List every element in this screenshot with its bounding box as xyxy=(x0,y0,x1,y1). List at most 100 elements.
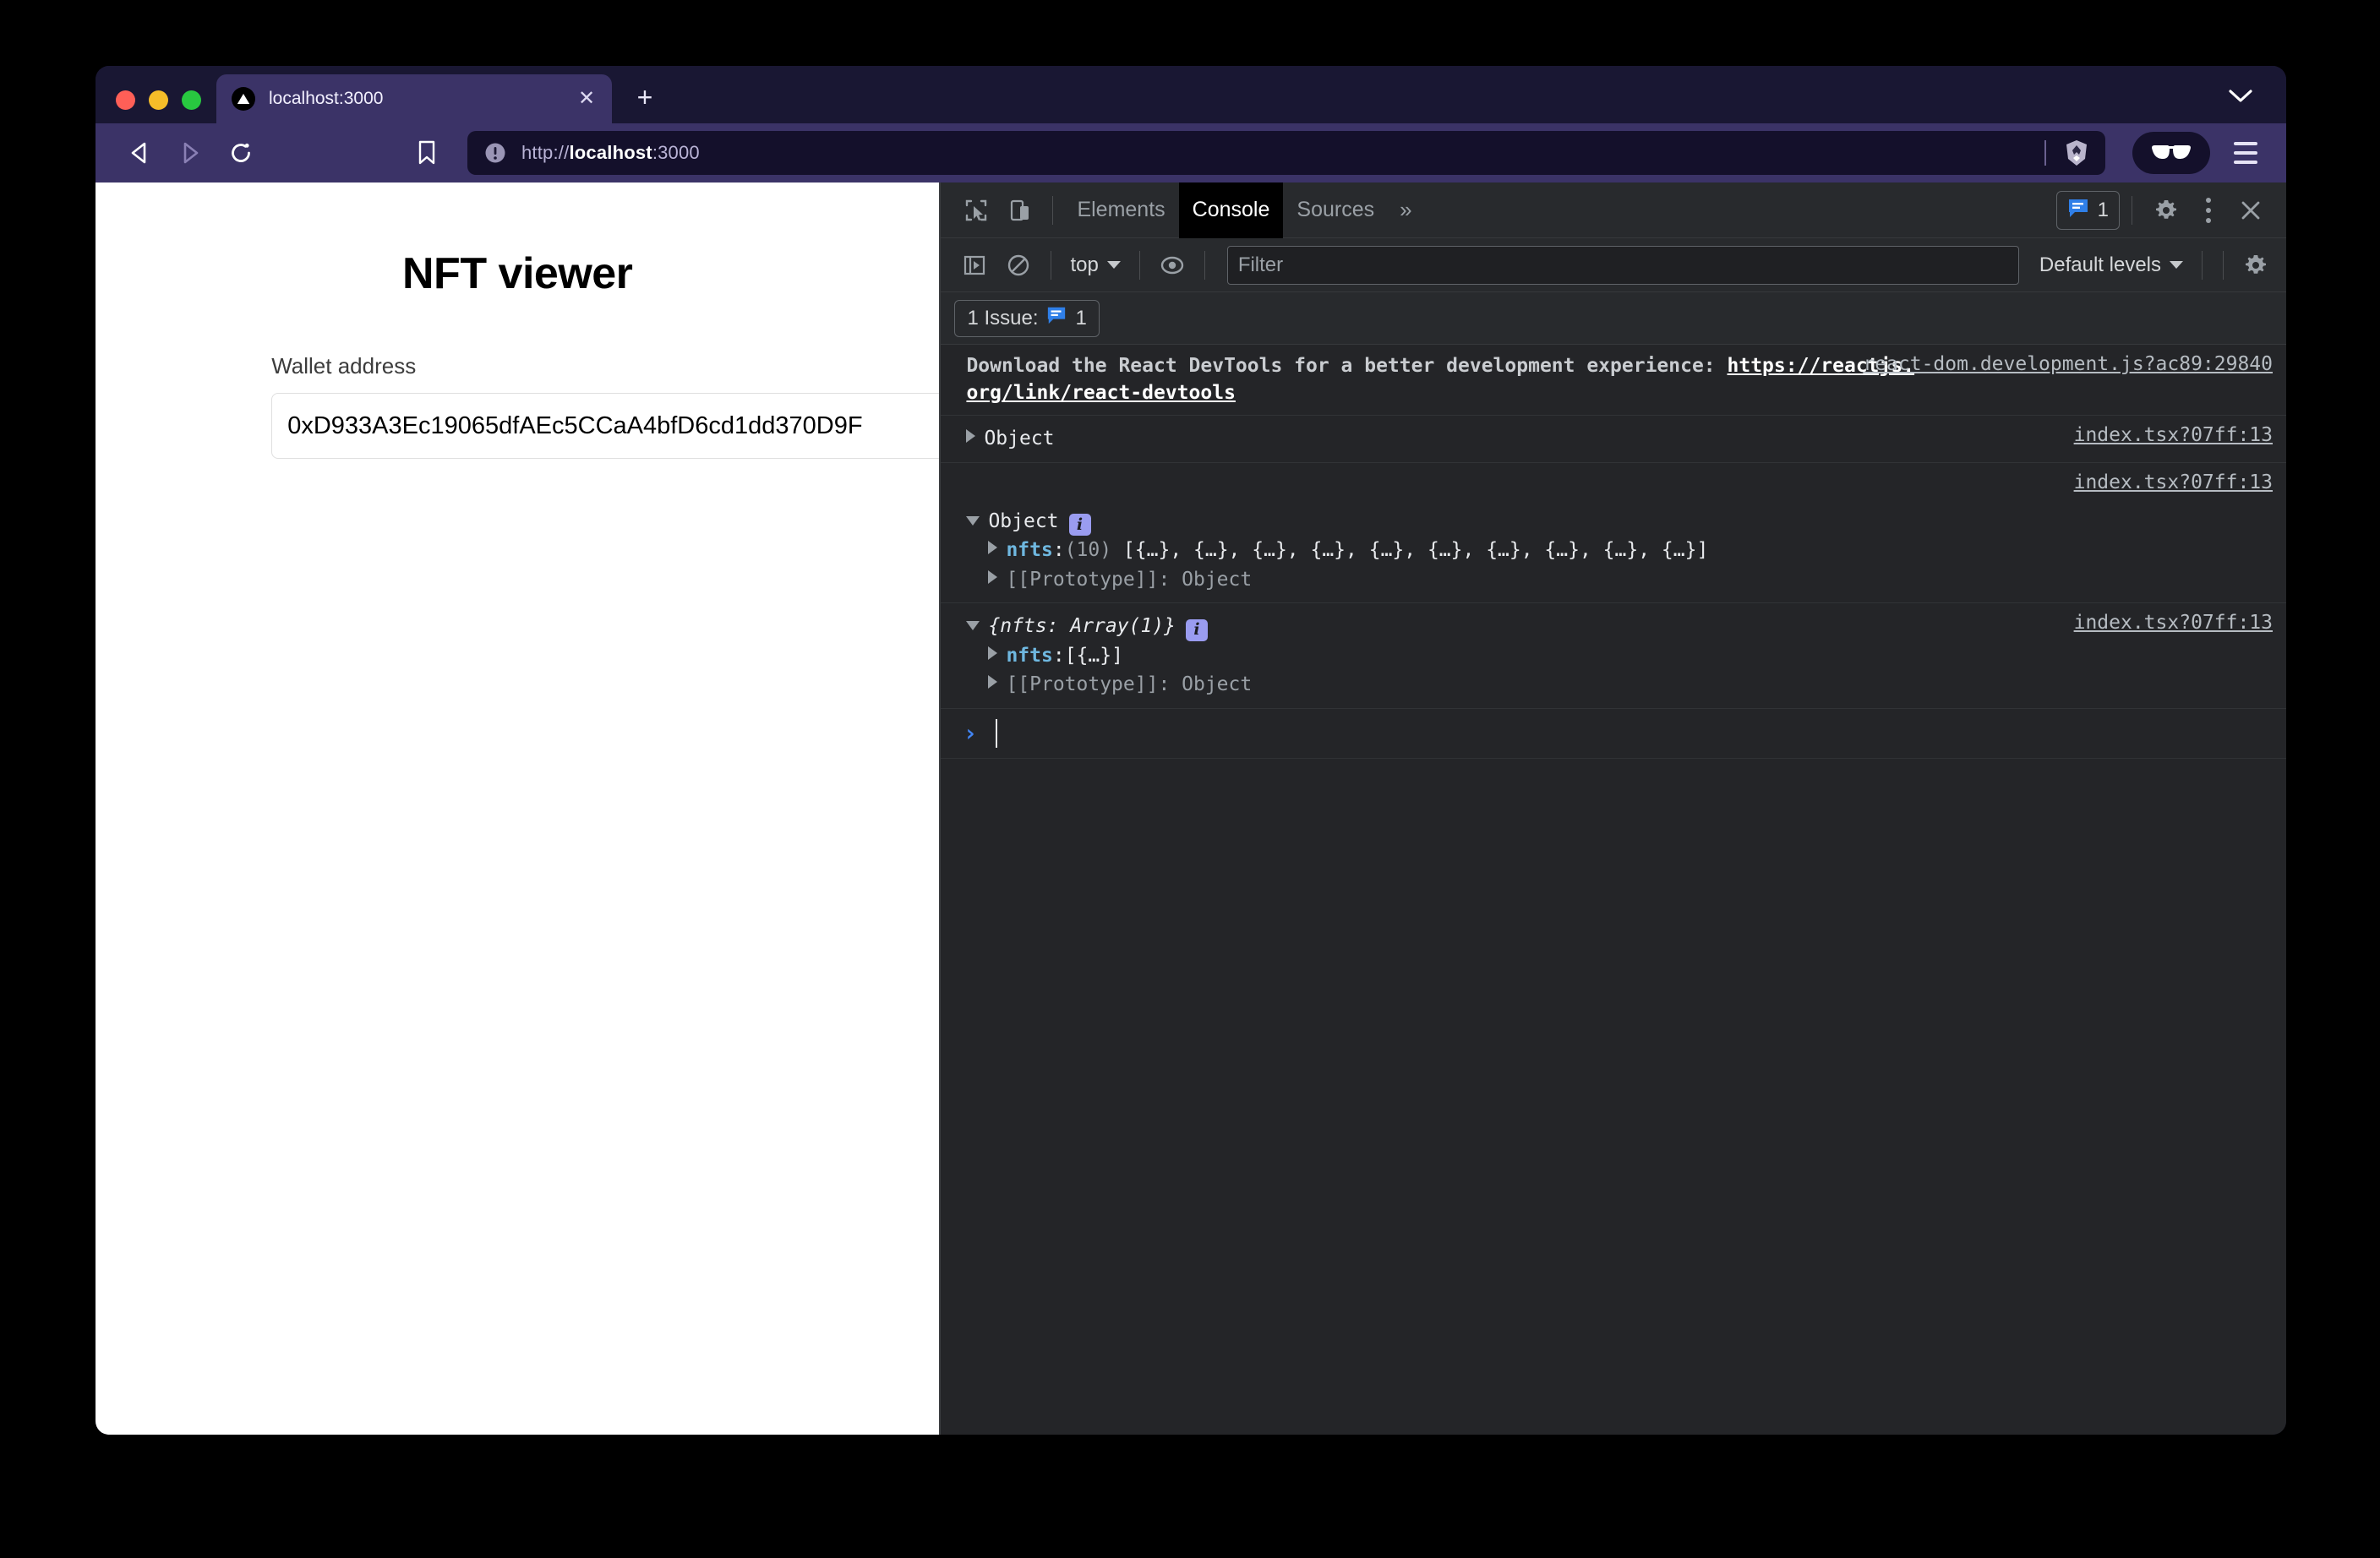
console-sidebar-icon[interactable] xyxy=(953,244,996,286)
expand-triangle-icon[interactable] xyxy=(988,675,998,689)
tab-sources[interactable]: Sources xyxy=(1283,182,1388,238)
navigation-toolbar: http://localhost:3000 xyxy=(96,123,2286,182)
chevron-down-icon xyxy=(2170,261,2183,269)
console-filter-bar: top Default levels xyxy=(941,238,2286,292)
console-source-link[interactable]: index.tsx?07ff:13 xyxy=(2074,612,2273,634)
close-window-button[interactable] xyxy=(116,90,135,110)
wallet-form: Wallet address xyxy=(178,353,940,459)
bookmark-icon[interactable] xyxy=(403,131,450,175)
log-levels-select[interactable]: Default levels xyxy=(2031,246,2192,285)
expand-triangle-icon[interactable] xyxy=(966,429,976,444)
object-label: Object xyxy=(984,428,1055,450)
not-secure-info-icon[interactable] xyxy=(484,142,506,164)
execution-context-select[interactable]: top xyxy=(1062,246,1128,285)
object-header[interactable]: Object i xyxy=(941,507,2286,537)
gear-icon[interactable] xyxy=(2144,189,2188,232)
tab-title: localhost:3000 xyxy=(269,89,384,108)
issues-banner-label: 1 Issue: xyxy=(967,306,1039,330)
filterbar-divider-5 xyxy=(2223,250,2224,280)
filterbar-divider-3 xyxy=(1204,250,1205,280)
expand-triangle-icon[interactable] xyxy=(988,646,998,660)
property-separator: : xyxy=(1052,644,1065,667)
console-source-link[interactable]: index.tsx?07ff:13 xyxy=(2074,424,2273,446)
reload-icon[interactable] xyxy=(217,131,265,175)
page-title: NFT viewer xyxy=(402,249,633,298)
page-content: NFT viewer Wallet address xyxy=(96,182,940,1435)
address-bar[interactable]: http://localhost:3000 xyxy=(467,131,2105,175)
browser-tab-localhost[interactable]: localhost:3000 ✕ xyxy=(216,74,612,123)
chevron-down-icon[interactable] xyxy=(2225,81,2256,112)
console-source-link[interactable]: index.tsx?07ff:13 xyxy=(2074,471,2273,493)
object-property-prototype[interactable]: [[Prototype]]: Object xyxy=(941,565,2286,595)
console-log-list[interactable]: react-dom.development.js?ac89:29840 Down… xyxy=(941,345,2286,1435)
collapse-triangle-icon[interactable] xyxy=(966,515,980,526)
console-filter-input[interactable] xyxy=(1226,245,2019,285)
console-row-object-collapsed[interactable]: index.tsx?07ff:13 Object xyxy=(941,416,2286,463)
omnibox-right-actions xyxy=(2044,134,2095,172)
live-expression-icon[interactable] xyxy=(1150,244,1194,286)
wallet-address-input[interactable] xyxy=(271,393,940,459)
issues-banner: 1 Issue: 1 xyxy=(941,292,2286,345)
tab-elements[interactable]: Elements xyxy=(1063,182,1178,238)
hamburger-menu-icon[interactable] xyxy=(2224,131,2268,175)
object-property-prototype[interactable]: [[Prototype]]: Object xyxy=(941,670,2286,700)
property-preview: [{…}] xyxy=(1064,644,1123,667)
zoom-window-button[interactable] xyxy=(182,90,201,110)
console-source-link[interactable]: react-dom.development.js?ac89:29840 xyxy=(1863,353,2273,375)
collapse-triangle-icon[interactable] xyxy=(966,621,980,631)
vercel-triangle-icon xyxy=(232,87,255,111)
console-row-object-expanded-2[interactable]: index.tsx?07ff:13 {nfts: Array(1)} i nft… xyxy=(941,603,2286,709)
issues-speech-bubble-icon xyxy=(2067,197,2089,223)
info-badge-icon[interactable]: i xyxy=(1186,618,1208,641)
property-count: (10) xyxy=(1064,539,1112,562)
reader-glasses-icon[interactable] xyxy=(2132,132,2210,174)
property-preview: [[Prototype]]: Object xyxy=(1006,568,1253,591)
window-traffic-lights xyxy=(96,90,216,123)
minimize-window-button[interactable] xyxy=(149,90,168,110)
object-property-nfts[interactable]: nfts: [{…}] xyxy=(941,641,2286,671)
object-label: Object xyxy=(988,509,1059,532)
more-tabs-button[interactable]: » xyxy=(1388,197,1423,223)
issues-count: 1 xyxy=(2097,198,2109,221)
filterbar-divider-4 xyxy=(2202,250,2203,280)
log-levels-label: Default levels xyxy=(2039,253,2161,276)
inspect-element-icon[interactable] xyxy=(954,189,998,232)
property-key: nfts xyxy=(1006,644,1053,667)
chevron-down-icon xyxy=(1106,261,1121,269)
console-settings-gear-icon[interactable] xyxy=(2234,244,2278,286)
tab-strip: localhost:3000 ✕ + xyxy=(96,66,2286,123)
console-row-object-expanded[interactable]: index.tsx?07ff:13 Object i nfts: (10) [{… xyxy=(941,463,2286,604)
tab-console[interactable]: Console xyxy=(1178,182,1284,238)
browser-window: localhost:3000 ✕ + http://localhost:3000… xyxy=(96,66,2286,1435)
text-cursor xyxy=(996,718,998,748)
brave-shields-lion-icon[interactable] xyxy=(2058,134,2095,172)
clear-console-icon[interactable] xyxy=(996,244,1040,286)
toolbar-divider xyxy=(1052,195,1054,225)
device-toolbar-icon[interactable] xyxy=(998,189,1042,232)
forward-arrow-icon[interactable] xyxy=(166,131,214,175)
close-tab-icon[interactable]: ✕ xyxy=(573,85,600,112)
expand-triangle-icon[interactable] xyxy=(988,541,998,555)
property-key: nfts xyxy=(1006,539,1053,562)
expand-triangle-icon[interactable] xyxy=(988,569,998,584)
property-separator: : xyxy=(1052,539,1065,562)
console-prompt[interactable]: › xyxy=(941,709,2286,759)
issues-speech-bubble-icon xyxy=(1046,305,1067,331)
more-options-icon[interactable] xyxy=(2190,189,2227,232)
url-text: http://localhost:3000 xyxy=(521,142,700,163)
object-label: {nfts: Array(1)} xyxy=(988,615,1176,638)
object-property-nfts[interactable]: nfts: (10) [{…}, {…}, {…}, {…}, {…}, {…}… xyxy=(941,536,2286,565)
info-badge-icon[interactable]: i xyxy=(1068,514,1091,537)
close-icon[interactable] xyxy=(2229,189,2273,232)
back-arrow-icon[interactable] xyxy=(116,131,163,175)
execution-context-label: top xyxy=(1070,253,1099,276)
issues-banner-button[interactable]: 1 Issue: 1 xyxy=(954,299,1100,337)
wallet-address-label: Wallet address xyxy=(271,353,417,379)
issues-banner-count: 1 xyxy=(1075,306,1087,330)
new-tab-button[interactable]: + xyxy=(622,74,668,120)
devtools-toolbar: Elements Console Sources » 1 xyxy=(941,182,2286,238)
property-preview: [{…}, {…}, {…}, {…}, {…}, {…}, {…}, {…},… xyxy=(1122,539,1709,562)
console-row-message[interactable]: react-dom.development.js?ac89:29840 Down… xyxy=(941,345,2286,417)
prompt-caret-icon: › xyxy=(963,718,978,747)
issues-counter-button[interactable]: 1 xyxy=(2055,190,2120,230)
